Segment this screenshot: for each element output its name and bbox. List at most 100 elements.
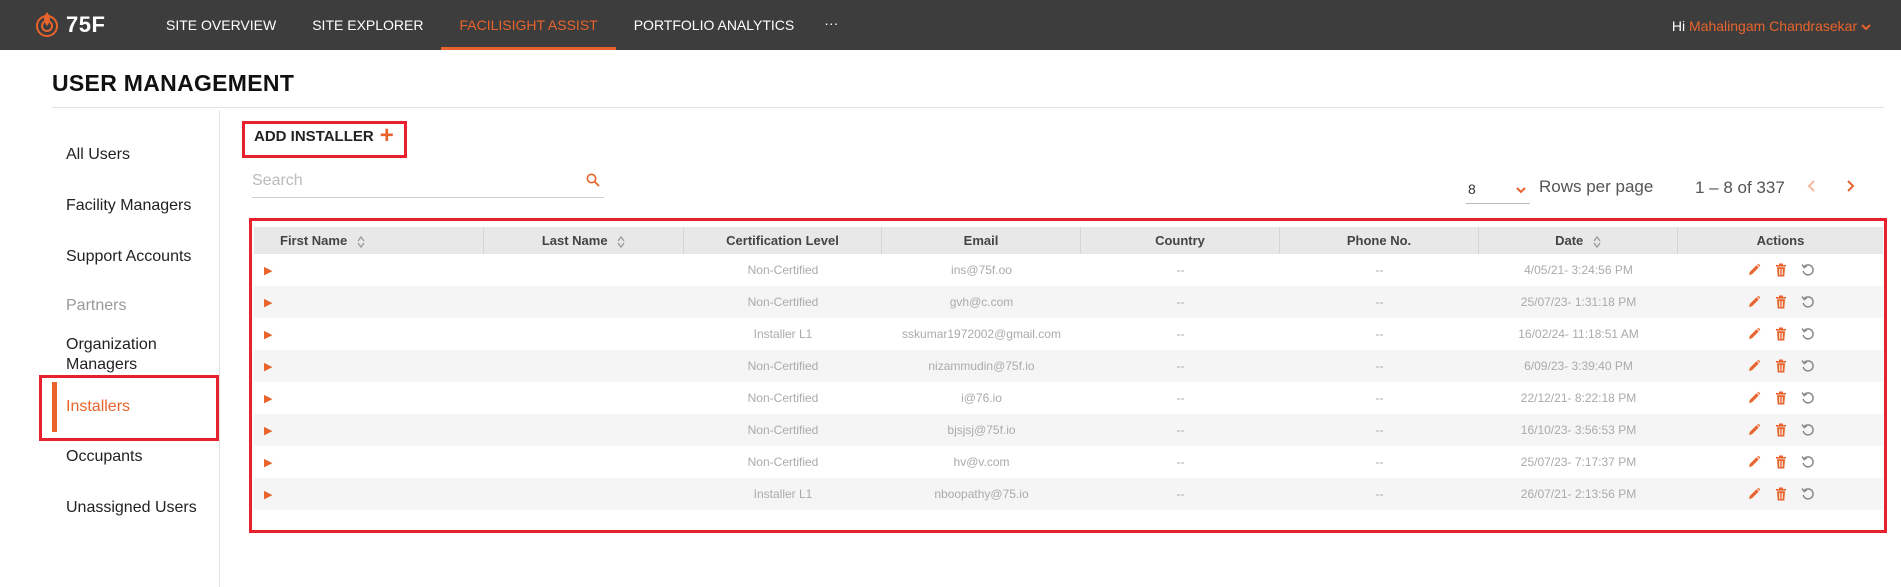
edit-icon[interactable] (1747, 263, 1761, 277)
reset-icon[interactable] (1800, 263, 1815, 277)
column-header-date[interactable]: Date (1479, 227, 1678, 254)
user-greeting[interactable]: Hi Mahalingam Chandrasekar (1672, 0, 1871, 52)
expand-row-icon[interactable]: ▶ (254, 361, 272, 373)
add-installer-button[interactable]: ADD INSTALLER + (254, 124, 394, 148)
delete-icon[interactable] (1775, 455, 1787, 469)
nav-site-overview[interactable]: SITE OVERVIEW (148, 0, 294, 50)
delete-icon[interactable] (1775, 487, 1787, 501)
country-cell: -- (1176, 263, 1185, 277)
actions-cell (1678, 423, 1883, 437)
nav-portfolio-analytics[interactable]: PORTFOLIO ANALYTICS (616, 0, 813, 50)
edit-icon[interactable] (1747, 423, 1761, 437)
expand-row-icon[interactable]: ▶ (254, 329, 272, 341)
chevron-down-icon (1516, 178, 1526, 197)
expand-row-icon[interactable]: ▶ (254, 297, 272, 309)
column-header-first-name[interactable]: First Name (254, 227, 484, 254)
delete-icon[interactable] (1775, 359, 1787, 373)
edit-icon[interactable] (1747, 359, 1761, 373)
edit-icon[interactable] (1747, 391, 1761, 405)
table-row[interactable]: ▶ Non-Certified bjsjsj@75f.io -- -- 16/10/23… (254, 414, 1883, 446)
expand-row-icon[interactable]: ▶ (254, 457, 272, 469)
date-cell: 16/10/23- 3:56:53 PM (1520, 423, 1637, 437)
country-cell: -- (1176, 295, 1185, 309)
email-cell: nizammudin@75f.io (928, 359, 1035, 373)
chevron-down-icon (1861, 24, 1871, 31)
delete-icon[interactable] (1775, 263, 1787, 277)
chevron-left-icon (1807, 180, 1815, 192)
certification-cell: Non-Certified (747, 423, 819, 437)
phone-cell: -- (1375, 359, 1384, 373)
logo-text: 75F (66, 12, 106, 37)
email-cell: nboopathy@75.io (934, 487, 1029, 501)
pagination-range: 1 – 8 of 337 (1695, 178, 1785, 197)
reset-icon[interactable] (1800, 295, 1815, 309)
table-header: First Name Last Name Certification Level… (254, 227, 1883, 254)
sidebar-item-all-users[interactable]: All Users (66, 145, 130, 165)
column-header-country: Country (1081, 227, 1280, 254)
previous-page-button[interactable] (1806, 176, 1816, 199)
search-icon[interactable] (586, 173, 600, 192)
actions-cell (1678, 455, 1883, 469)
phone-cell: -- (1375, 295, 1384, 309)
date-cell: 25/07/23- 1:31:18 PM (1520, 295, 1637, 309)
phone-cell: -- (1375, 487, 1384, 501)
edit-icon[interactable] (1747, 327, 1761, 341)
installers-table: First Name Last Name Certification Level… (254, 227, 1883, 510)
table-row[interactable]: ▶ Non-Certified i@76.io -- -- 22/12/21- 8:22… (254, 382, 1883, 414)
nav-site-explorer[interactable]: SITE EXPLORER (294, 0, 441, 50)
certification-cell: Non-Certified (747, 359, 819, 373)
edit-icon[interactable] (1747, 455, 1761, 469)
actions-cell (1678, 487, 1883, 501)
reset-icon[interactable] (1800, 359, 1815, 373)
expand-row-icon[interactable]: ▶ (254, 425, 272, 437)
nav-more-button[interactable]: ··· (812, 0, 850, 50)
table-row[interactable]: ▶ Non-Certified hv@v.com -- -- 25/07/23- 7:1… (254, 446, 1883, 478)
reset-icon[interactable] (1800, 423, 1815, 437)
certification-cell: Non-Certified (747, 391, 819, 405)
email-cell: bjsjsj@75f.io (947, 423, 1016, 437)
phone-cell: -- (1375, 455, 1384, 469)
title-divider (52, 107, 1884, 108)
sidebar-item-facility-managers[interactable]: Facility Managers (66, 196, 191, 216)
expand-row-icon[interactable]: ▶ (254, 393, 272, 405)
brand-logo[interactable]: 75F (34, 11, 105, 39)
phone-cell: -- (1375, 263, 1384, 277)
delete-icon[interactable] (1775, 327, 1787, 341)
table-row[interactable]: ▶ Non-Certified gvh@c.com -- -- 25/07/23- 1:… (254, 286, 1883, 318)
edit-icon[interactable] (1747, 295, 1761, 309)
table-row[interactable]: ▶ Installer L1 sskumar1972002@gmail.com --… (254, 318, 1883, 350)
table-row[interactable]: ▶ Non-Certified nizammudin@75f.io -- -- 6/09… (254, 350, 1883, 382)
actions-cell (1678, 327, 1883, 341)
delete-icon[interactable] (1775, 423, 1787, 437)
reset-icon[interactable] (1800, 455, 1815, 469)
actions-cell (1678, 391, 1883, 405)
column-header-last-name[interactable]: Last Name (484, 227, 684, 254)
next-page-button[interactable] (1846, 176, 1856, 199)
reset-icon[interactable] (1800, 391, 1815, 405)
table-row[interactable]: ▶ Installer L1 nboopathy@75.io -- -- 26/07/2… (254, 478, 1883, 510)
first-name-cell: ▶ (254, 327, 484, 341)
sidebar-item-support-accounts[interactable]: Support Accounts (66, 247, 191, 267)
search-input[interactable] (252, 168, 572, 190)
reset-icon[interactable] (1800, 487, 1815, 501)
edit-icon[interactable] (1747, 487, 1761, 501)
delete-icon[interactable] (1775, 295, 1787, 309)
sidebar-item-occupants[interactable]: Occupants (66, 447, 142, 467)
nav-facilisight-assist[interactable]: FACILISIGHT ASSIST (441, 0, 616, 50)
chevron-right-icon (1847, 180, 1855, 192)
sidebar-item-unassigned-users[interactable]: Unassigned Users (66, 498, 197, 518)
first-name-cell: ▶ (254, 263, 484, 277)
date-cell: 26/07/21- 2:13:56 PM (1520, 487, 1637, 501)
expand-row-icon[interactable]: ▶ (254, 265, 272, 277)
column-label: First Name (280, 233, 348, 248)
column-label: Last Name (541, 233, 608, 248)
rows-per-page-select[interactable]: 8 (1466, 176, 1530, 204)
expand-row-icon[interactable]: ▶ (254, 489, 272, 501)
reset-icon[interactable] (1800, 327, 1815, 341)
table-row[interactable]: ▶ Non-Certified ins@75f.oo -- -- 4/05/21- 3:… (254, 254, 1883, 286)
delete-icon[interactable] (1775, 391, 1787, 405)
certification-cell: Non-Certified (747, 263, 819, 277)
sidebar-item-organization-managers[interactable]: Organization Managers (66, 335, 196, 375)
column-header-phone: Phone No. (1280, 227, 1479, 254)
first-name-cell: ▶ (254, 295, 484, 309)
